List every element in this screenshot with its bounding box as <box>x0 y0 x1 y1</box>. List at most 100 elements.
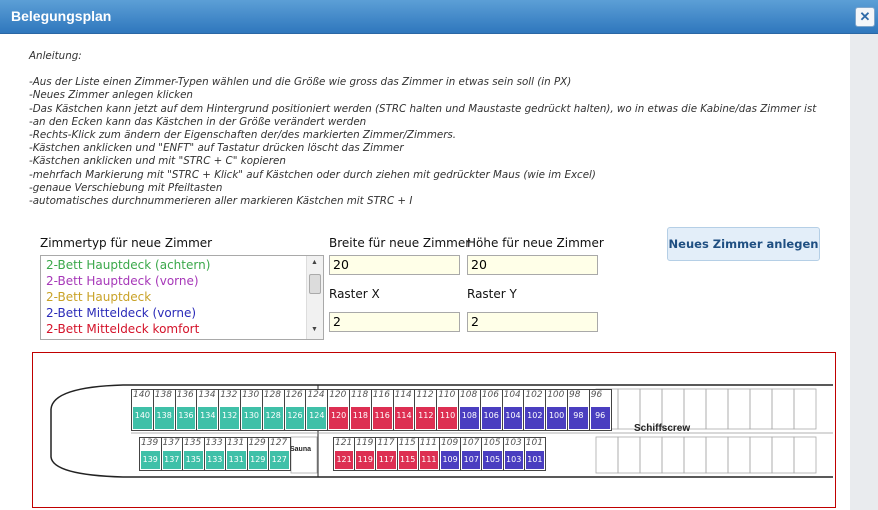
cabin-number-label: 139 <box>141 438 159 448</box>
cabin-fill: 103 <box>504 451 523 469</box>
cabin-number-label: 136 <box>176 390 194 400</box>
cabin-number-badge: 106 <box>483 411 499 420</box>
cabin-fill: 119 <box>356 451 375 469</box>
cabin-138[interactable]: 138 138 <box>152 389 176 431</box>
cabin-131[interactable]: 131 131 <box>225 437 248 471</box>
cabin-107[interactable]: 107 107 <box>460 437 483 471</box>
deck-plan-canvas[interactable]: Schiffscrew Sauna 140 140 138 138 136 136 134 1… <box>32 352 836 508</box>
cabin-101[interactable]: 101 101 <box>523 437 546 471</box>
instructions: Anleitung: -Aus der Liste einen Zimmer-T… <box>29 50 816 208</box>
cabin-number-label: 134 <box>198 390 216 400</box>
instruction-line: -Das Kästchen kann jetzt auf dem Hinterg… <box>29 102 817 115</box>
cabin-139[interactable]: 139 139 <box>139 437 162 471</box>
cabin-number-badge: 116 <box>374 411 390 420</box>
cabin-number-badge: 102 <box>527 411 543 420</box>
grid-y-input[interactable]: 2 <box>467 312 598 332</box>
cabin-number-label: 131 <box>227 438 245 448</box>
cabin-number-label: 127 <box>270 438 288 448</box>
cabin-96[interactable]: 96 96 <box>588 389 612 431</box>
scrollbar-thumb[interactable] <box>309 274 321 294</box>
cabin-fill: 120 <box>329 407 348 429</box>
cabin-112[interactable]: 112 112 <box>414 389 438 431</box>
cabin-108[interactable]: 108 108 <box>458 389 481 431</box>
instruction-line: -genaue Verschiebung mit Pfeiltasten <box>29 181 223 194</box>
room-type-option[interactable]: 2-Bett Hauptdeck (vorne) <box>46 274 199 288</box>
cabin-number-badge: 129 <box>250 455 266 464</box>
cabin-number-label: 110 <box>438 390 456 400</box>
cabin-116[interactable]: 116 116 <box>370 389 394 431</box>
cabin-number-label: 120 <box>329 390 347 400</box>
close-button[interactable]: ✕ <box>855 7 875 27</box>
instruction-line: -Kästchen anklicken und mit "STRC + C" k… <box>29 155 286 168</box>
cabin-number-badge: 100 <box>548 411 565 420</box>
cabin-132[interactable]: 132 132 <box>218 389 241 431</box>
cabin-121[interactable]: 121 121 <box>333 437 356 471</box>
width-input[interactable]: 20 <box>329 255 460 275</box>
cabin-102[interactable]: 102 102 <box>523 389 547 431</box>
cabin-110[interactable]: 110 110 <box>436 389 459 431</box>
cabin-103[interactable]: 103 103 <box>502 437 525 471</box>
cabin-number-badge: 120 <box>330 411 347 420</box>
cabin-number-badge: 103 <box>506 455 522 464</box>
cabin-137[interactable]: 137 137 <box>160 437 183 471</box>
background-strip <box>850 34 878 510</box>
cabin-140[interactable]: 140 140 <box>131 389 154 431</box>
cabin-fill: 106 <box>481 407 501 429</box>
cabin-fill: 132 <box>220 407 239 429</box>
cabin-104[interactable]: 104 104 <box>501 389 525 431</box>
instruction-line: -Rechts-Klick zum ändern der Eigenschaft… <box>29 129 457 142</box>
grid-x-input[interactable]: 2 <box>329 312 460 332</box>
cabin-106[interactable]: 106 106 <box>479 389 503 431</box>
cabin-105[interactable]: 105 105 <box>481 437 504 471</box>
cabin-98[interactable]: 98 98 <box>567 389 590 431</box>
cabin-number-label: 111 <box>419 438 437 448</box>
height-label: Höhe für neue Zimmer <box>467 236 604 250</box>
height-input[interactable]: 20 <box>467 255 598 275</box>
cabin-number-badge: 136 <box>178 411 194 420</box>
scroll-down-icon[interactable]: ▼ <box>311 326 318 333</box>
room-type-listbox[interactable]: 2-Bett Hauptdeck (achtern) 2-Bett Hauptd… <box>40 255 324 340</box>
cabin-135[interactable]: 135 135 <box>182 437 205 471</box>
cabin-115[interactable]: 115 115 <box>396 437 419 471</box>
room-type-option[interactable]: 2-Bett Mitteldeck komfort <box>46 322 199 336</box>
room-type-option[interactable]: 2-Bett Mitteldeck (vorne) <box>46 306 196 320</box>
cabin-fill: 96 <box>590 407 610 429</box>
cabin-134[interactable]: 134 134 <box>196 389 220 431</box>
cabin-129[interactable]: 129 129 <box>246 437 269 471</box>
cabin-fill: 121 <box>335 451 354 469</box>
cabin-120[interactable]: 120 120 <box>327 389 350 431</box>
sauna-label: Sauna <box>290 446 312 453</box>
cabin-136[interactable]: 136 136 <box>174 389 198 431</box>
cabin-124[interactable]: 124 124 <box>305 389 329 431</box>
cabin-number-badge: 135 <box>185 455 201 464</box>
instruction-line: -an den Ecken kann das Kästchen in der G… <box>29 115 367 128</box>
cabin-fill: 112 <box>416 407 436 429</box>
room-type-option[interactable]: 2-Bett Hauptdeck <box>46 290 151 304</box>
cabin-number-label: 135 <box>184 438 202 448</box>
cabin-109[interactable]: 109 109 <box>439 437 462 471</box>
cabin-fill: 126 <box>285 407 305 429</box>
cabin-fill: 118 <box>351 407 370 429</box>
cabin-128[interactable]: 128 128 <box>261 389 285 431</box>
cabin-118[interactable]: 118 118 <box>349 389 372 431</box>
cabin-number-label: 100 <box>547 390 565 400</box>
cabin-100[interactable]: 100 100 <box>545 389 568 431</box>
cabin-127[interactable]: 127 127 <box>268 437 291 471</box>
scroll-up-icon[interactable]: ▲ <box>311 259 318 266</box>
cabin-number-label: 128 <box>263 390 281 400</box>
cabin-117[interactable]: 117 117 <box>375 437 398 471</box>
cabin-133[interactable]: 133 133 <box>203 437 226 471</box>
cabin-130[interactable]: 130 130 <box>240 389 263 431</box>
cabin-111[interactable]: 111 111 <box>417 437 440 471</box>
listbox-scrollbar[interactable]: ▲ ▼ <box>306 256 323 339</box>
cabin-number-label: 130 <box>242 390 260 400</box>
cabin-number-badge: 134 <box>200 411 216 420</box>
cabin-number-label: 108 <box>460 390 478 400</box>
room-type-option[interactable]: 2-Bett Hauptdeck (achtern) <box>46 258 210 272</box>
cabin-126[interactable]: 126 126 <box>283 389 307 431</box>
cabin-119[interactable]: 119 119 <box>354 437 377 471</box>
cabin-number-label: 132 <box>220 390 238 400</box>
new-room-button[interactable]: Neues Zimmer anlegen <box>667 227 820 261</box>
cabin-number-label: 98 <box>569 390 581 400</box>
cabin-114[interactable]: 114 114 <box>392 389 416 431</box>
